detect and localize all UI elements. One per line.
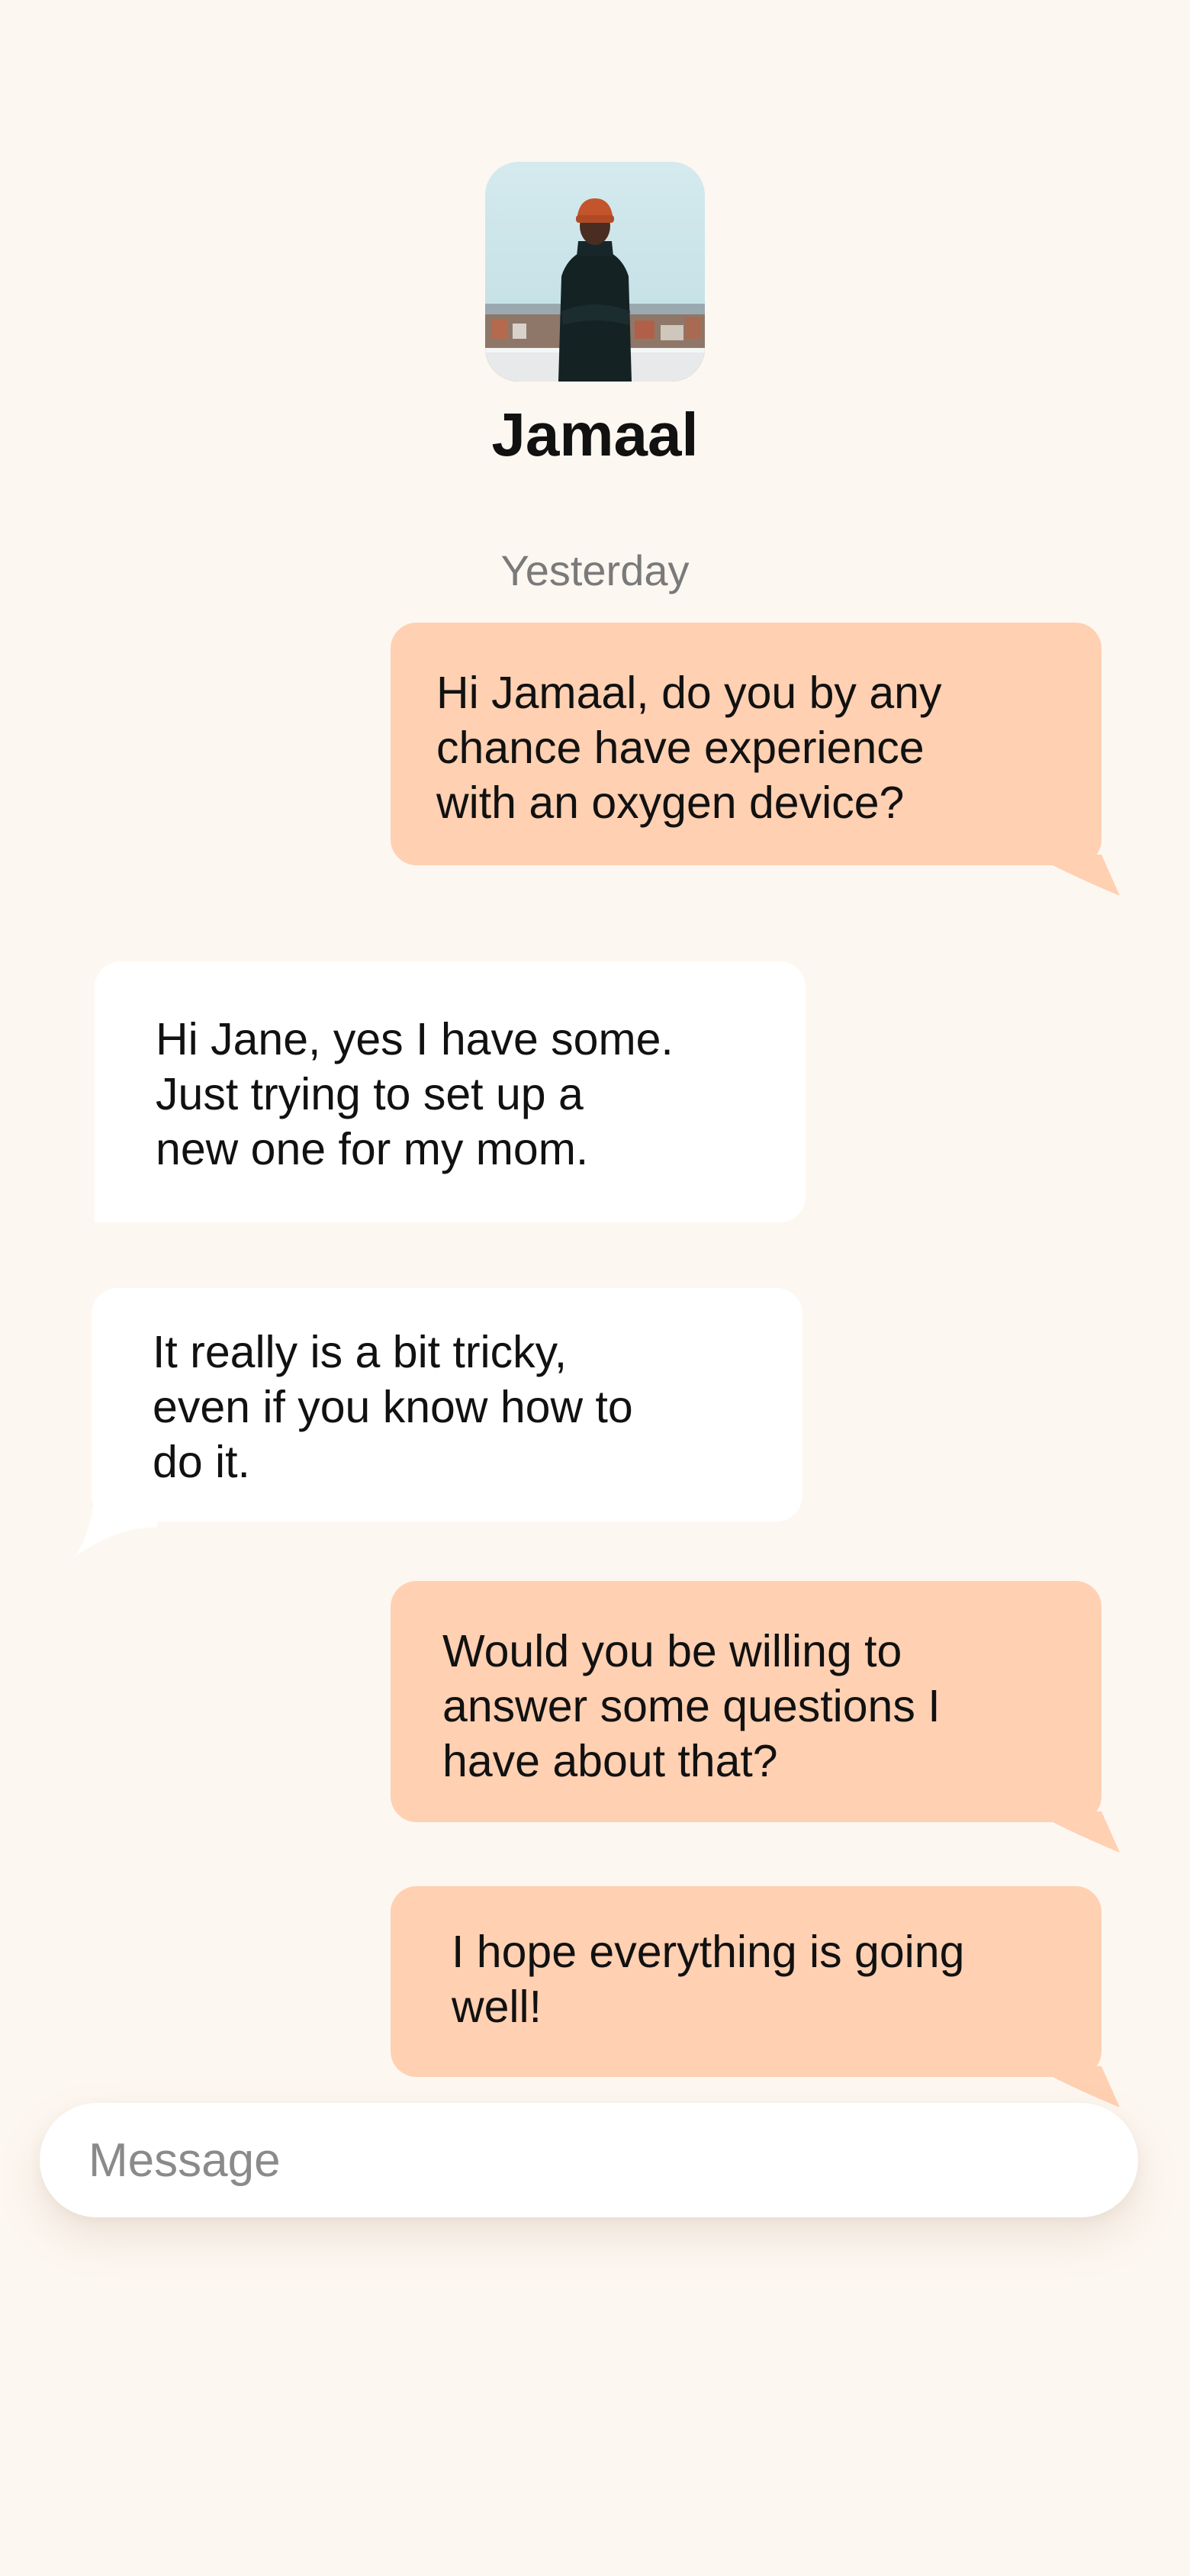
contact-avatar[interactable] xyxy=(485,162,705,382)
profile-photo-image xyxy=(485,162,705,382)
received-message-bubble[interactable]: Hi Jane, yes I have some. Just trying to… xyxy=(95,961,806,1222)
message-composer[interactable] xyxy=(40,2103,1138,2217)
message-text: Hi Jamaal, do you by any chance have exp… xyxy=(436,668,942,828)
message-text: It really is a bit tricky, even if you k… xyxy=(153,1327,633,1487)
sent-bubble-tail-icon xyxy=(1053,1811,1120,1853)
message-text: I hope everything is going well! xyxy=(452,1927,965,2032)
message-text: Would you be willing to answer some ques… xyxy=(442,1626,941,1786)
received-bubble-tail-icon xyxy=(75,1506,157,1557)
contact-name: Jamaal xyxy=(491,401,699,469)
sent-message-bubble[interactable]: Hi Jamaal, do you by any chance have exp… xyxy=(391,623,1102,865)
date-separator: Yesterday xyxy=(500,546,690,594)
message-text: Hi Jane, yes I have some. Just trying to… xyxy=(156,1014,674,1174)
message-input[interactable] xyxy=(88,2103,1080,2217)
received-message-bubble[interactable]: It really is a bit tricky, even if you k… xyxy=(92,1288,802,1521)
sent-message-bubble[interactable]: Would you be willing to answer some ques… xyxy=(391,1581,1102,1822)
sent-message-bubble[interactable]: I hope everything is going well! xyxy=(391,1886,1102,2077)
sent-bubble-tail-icon xyxy=(1053,855,1120,896)
